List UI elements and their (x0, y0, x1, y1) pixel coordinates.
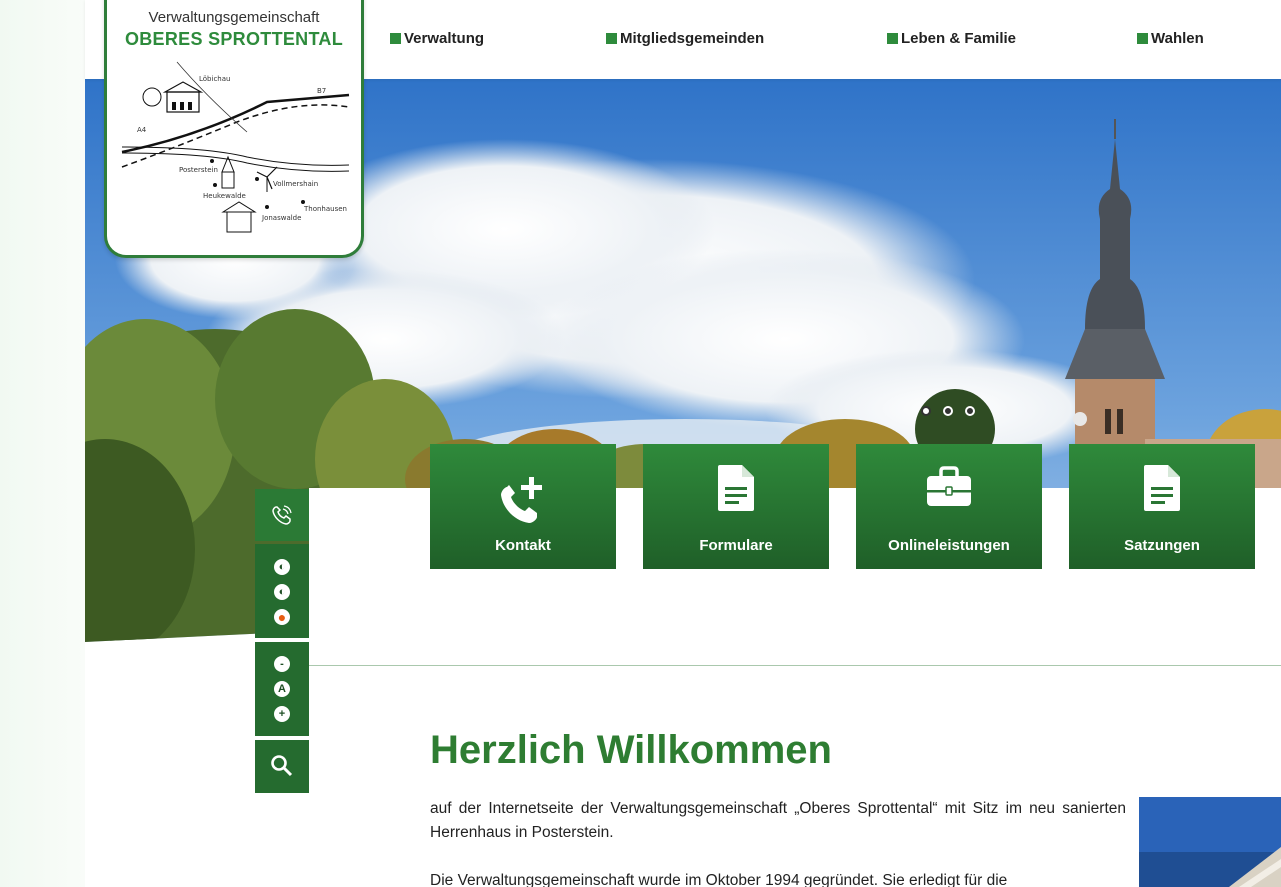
logo-subtitle: Verwaltungsgemeinschaft (148, 9, 320, 26)
side-photo-image (1139, 797, 1281, 887)
font-decrease-button[interactable]: - (274, 656, 290, 672)
logo-map-illustration (121, 61, 350, 233)
section-divider (309, 665, 1281, 666)
document-icon (718, 465, 754, 511)
map-label: A4 (137, 126, 147, 134)
document-icon (1144, 465, 1180, 511)
nav-item-wahlen[interactable]: Wahlen (1137, 30, 1204, 47)
tile-satzungen[interactable]: Satzungen (1069, 444, 1255, 569)
slider-dot[interactable] (965, 406, 975, 416)
slider-pagination (921, 406, 975, 416)
nav-item-verwaltung[interactable]: Verwaltung (390, 30, 484, 47)
font-increase-button[interactable]: + (274, 706, 290, 722)
nav-bullet-icon (887, 33, 898, 44)
nav-item-leben-familie[interactable]: Leben & Familie (887, 30, 1016, 47)
phone-ring-icon (272, 505, 292, 525)
briefcase-icon (927, 466, 971, 506)
map-label: Heukewalde (203, 192, 246, 200)
slider-dot[interactable] (943, 406, 953, 416)
nav-item-label: Leben & Familie (901, 30, 1017, 47)
tile-formulare[interactable]: Formulare (643, 444, 829, 569)
left-background-band (0, 0, 85, 887)
slider-dot[interactable] (921, 406, 931, 416)
nav-bullet-icon (606, 33, 617, 44)
body-paragraph: Die Verwaltungsgemeinschaft wurde im Okt… (430, 872, 1008, 887)
map-label: Thonhausen (304, 205, 347, 213)
page-title: Herzlich Willkommen (430, 728, 832, 772)
contrast-color-button[interactable]: ● (274, 609, 290, 625)
intro-paragraph: auf der Internetseite der Verwaltungsgem… (430, 800, 1126, 841)
nav-bullet-icon (390, 33, 401, 44)
tile-label: Onlineleistungen (888, 537, 1010, 554)
map-label: Vollmershain (273, 180, 319, 188)
search-icon (271, 755, 293, 777)
contrast-light-button[interactable]: ◐ (274, 584, 290, 600)
font-reset-button[interactable]: A (274, 681, 290, 697)
map-label: Löbichau (199, 75, 231, 83)
nav-bullet-icon (1137, 33, 1148, 44)
tile-onlineleistungen[interactable]: Onlineleistungen (856, 444, 1042, 569)
logo-title: OBERES SPROTTENTAL (124, 29, 344, 49)
tile-kontakt[interactable]: Kontakt (430, 444, 616, 569)
nav-item-label: Wahlen (1151, 30, 1204, 47)
site-logo[interactable]: Verwaltungsgemeinschaft OBERES SPROTTENT… (104, 0, 364, 258)
sidebar-search-button[interactable] (255, 740, 309, 793)
sidebar-phone-button[interactable] (255, 489, 309, 541)
tile-label: Satzungen (1124, 537, 1200, 554)
map-label: Posterstein (179, 166, 218, 174)
nav-item-label: Verwaltung (404, 30, 485, 47)
sidebar-fontsize-group: - A + (255, 642, 309, 736)
map-label: B7 (317, 87, 327, 95)
nav-item-mitgliedsgemeinden[interactable]: Mitgliedsgemeinden (606, 30, 764, 47)
map-label: Jonaswalde (262, 214, 302, 222)
contrast-dark-button[interactable]: ◐ (274, 559, 290, 575)
tile-label: Kontakt (495, 537, 551, 554)
nav-item-label: Mitgliedsgemeinden (620, 30, 765, 47)
phone-plus-icon (501, 477, 542, 523)
tile-label: Formulare (699, 537, 773, 554)
sidebar-contrast-group: ◐ ◐ ● (255, 544, 309, 638)
